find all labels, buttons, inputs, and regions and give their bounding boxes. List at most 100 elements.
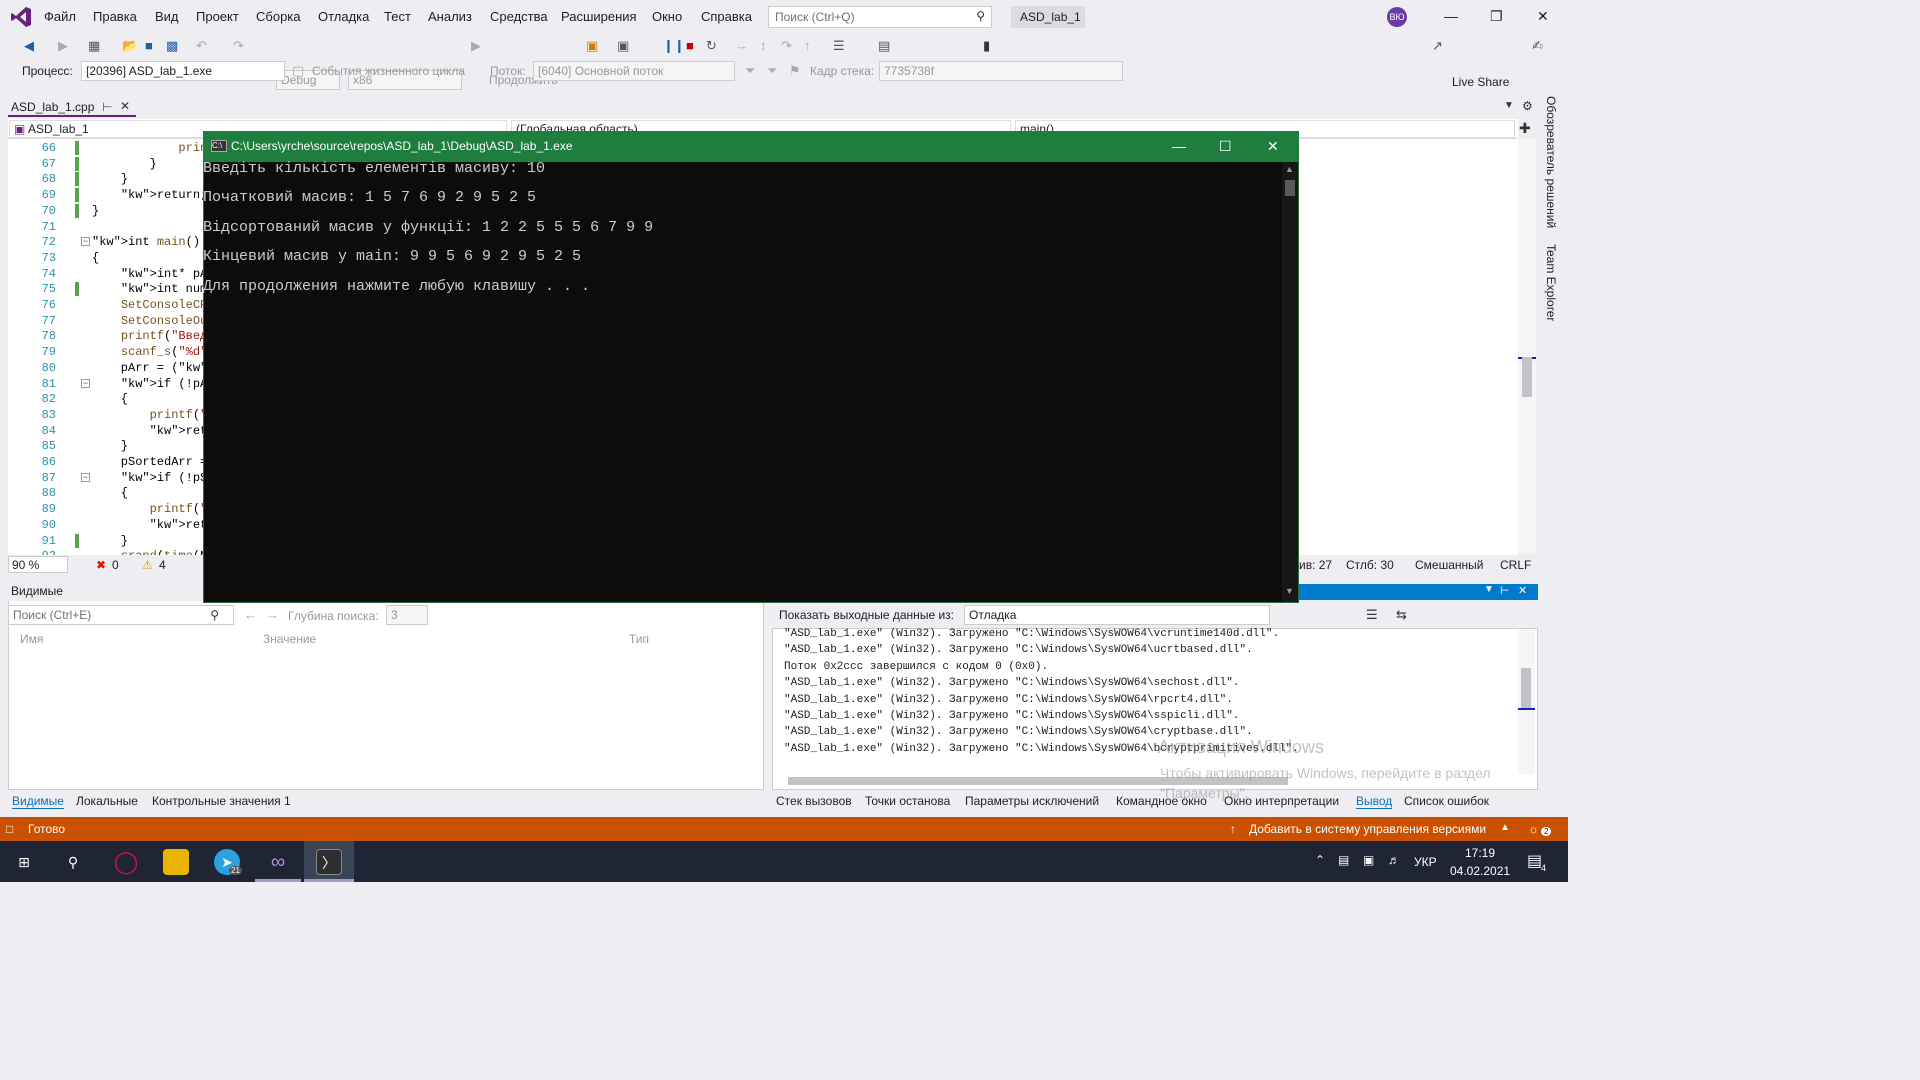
column-indicator[interactable]: Стлб: 30 xyxy=(1346,558,1394,572)
step-out-icon[interactable]: ↑ xyxy=(804,38,811,53)
code-line[interactable]: printf("П xyxy=(92,502,215,516)
tab-command-window[interactable]: Командное окно xyxy=(1116,794,1207,808)
code-line[interactable]: "kw">int main() xyxy=(92,235,200,249)
language-indicator[interactable]: УКР xyxy=(1414,855,1437,869)
scrollbar-thumb[interactable] xyxy=(1522,357,1532,397)
process-select[interactable]: [20396] ASD_lab_1.exe xyxy=(81,61,285,81)
error-count[interactable]: 0 xyxy=(112,558,119,572)
clock-time[interactable]: 17:19 xyxy=(1465,846,1495,860)
tab-error-list[interactable]: Список ошибок xyxy=(1404,794,1489,808)
file-explorer-icon[interactable] xyxy=(163,849,189,875)
panel-close-icon[interactable]: ✕ xyxy=(1518,584,1527,597)
column-name[interactable]: Имя xyxy=(20,632,43,646)
code-line[interactable]: } xyxy=(92,172,128,186)
depth-select[interactable]: 3 xyxy=(386,605,428,625)
output-source-select[interactable]: Отладка xyxy=(964,605,1270,625)
opera-icon[interactable]: ◯ xyxy=(113,849,139,875)
console-scrollbar[interactable]: ▲ ▼ xyxy=(1282,162,1298,602)
editor-scrollbar[interactable] xyxy=(1518,139,1536,553)
output-scroll-thumb[interactable] xyxy=(1521,668,1531,708)
thread-icon[interactable]: ▤ xyxy=(878,38,890,54)
code-line[interactable]: } xyxy=(92,439,128,453)
word-wrap-icon[interactable]: ☰ xyxy=(1366,607,1378,623)
warning-count[interactable]: 4 xyxy=(159,558,166,572)
tab-watch-1[interactable]: Контрольные значения 1 xyxy=(152,794,291,808)
restore-icon[interactable]: ❐ xyxy=(1490,8,1503,25)
windows-start-icon[interactable]: ⊞ xyxy=(11,849,37,875)
flag-icon[interactable]: ⚑ xyxy=(789,63,801,79)
stack-frame-select[interactable]: 7735738f xyxy=(879,61,1123,81)
save-icon[interactable]: ■ xyxy=(145,38,153,53)
menu-tools[interactable]: Средства xyxy=(490,9,548,24)
close-icon[interactable]: ✕ xyxy=(1537,8,1549,25)
thread-select[interactable]: [6040] Основной поток xyxy=(533,61,735,81)
menu-view[interactable]: Вид xyxy=(155,9,179,24)
zoom-select[interactable]: 90 % xyxy=(8,556,68,573)
indent-mode[interactable]: Смешанный xyxy=(1415,558,1483,572)
toggle-wrap-icon[interactable]: ⇆ xyxy=(1396,607,1407,623)
hot-reload-icon[interactable]: ☰ xyxy=(833,38,845,54)
taskbar-console-active[interactable]: 〉 xyxy=(304,841,354,882)
new-project-icon[interactable]: ▦ xyxy=(88,38,100,54)
tab-asd-lab-cpp[interactable]: ASD_lab_1.cpp ⊢ ✕ xyxy=(8,98,136,117)
action-center-icon[interactable]: ▤ xyxy=(1527,851,1542,871)
code-line[interactable]: scanf_s("%d", xyxy=(92,345,215,359)
notifications-icon[interactable]: ☼ xyxy=(1528,822,1539,836)
code-line[interactable]: "kw">int num; xyxy=(92,282,215,296)
code-line[interactable]: SetConsoleOut xyxy=(92,314,215,328)
save-all-icon[interactable]: ▩ xyxy=(166,38,178,54)
menu-window[interactable]: Окно xyxy=(652,9,682,24)
search-back-icon[interactable]: ← xyxy=(244,607,257,622)
redo-icon[interactable]: ↷ xyxy=(233,38,244,54)
code-line[interactable]: "kw">return; xyxy=(92,188,207,202)
split-editor-icon[interactable]: ✚ xyxy=(1519,120,1531,137)
fold-toggle-icon[interactable]: − xyxy=(81,237,90,247)
avatar[interactable]: ВЮ xyxy=(1387,7,1407,27)
menu-test[interactable]: Тест xyxy=(384,9,411,24)
tab-close-icon[interactable]: ✕ xyxy=(120,99,130,113)
search-input[interactable]: Поиск (Ctrl+Q) ⚲ xyxy=(768,6,992,28)
code-line[interactable]: } xyxy=(92,204,99,218)
tab-immediate-window[interactable]: Окно интерпретации xyxy=(1224,794,1339,808)
tab-team-explorer[interactable]: Team Explorer xyxy=(1544,244,1558,321)
output-scrollbar[interactable] xyxy=(1518,630,1535,774)
tab-solution-explorer[interactable]: Обозреватель решений xyxy=(1544,96,1558,228)
tab-locals[interactable]: Локальные xyxy=(76,794,138,808)
column-value[interactable]: Значение xyxy=(263,632,316,646)
pin-icon[interactable]: ⊢ xyxy=(102,100,112,114)
tab-call-stack[interactable]: Стек вызовов xyxy=(776,794,852,808)
bookmark-icon[interactable]: ▮ xyxy=(983,38,990,54)
open-icon[interactable]: 📂 xyxy=(122,38,138,54)
attach-icon[interactable]: ▣ xyxy=(586,38,598,54)
code-line[interactable]: { xyxy=(92,251,99,265)
add-to-source-control-button[interactable]: Добавить в систему управления версиями xyxy=(1249,822,1486,836)
code-line[interactable]: } xyxy=(92,157,157,171)
screenshot-icon[interactable]: ▣ xyxy=(617,38,629,54)
tab-overflow-icon[interactable]: ▼ xyxy=(1504,100,1514,111)
menu-build[interactable]: Сборка xyxy=(256,9,301,24)
filter-icon[interactable]: ⏷ xyxy=(745,63,755,79)
code-line[interactable]: SetConsoleCP( xyxy=(92,298,215,312)
menu-debug[interactable]: Отладка xyxy=(318,9,369,24)
menu-file[interactable]: Файл xyxy=(44,9,76,24)
filter-clear-icon[interactable]: ⏷ xyxy=(767,63,777,79)
forward-icon[interactable]: ▶ xyxy=(58,38,68,54)
console-maximize-icon[interactable]: ☐ xyxy=(1219,138,1232,155)
search-icon[interactable]: ⚲ xyxy=(60,849,86,875)
vs-logo-icon[interactable] xyxy=(10,6,32,28)
undo-icon[interactable]: ↶ xyxy=(196,38,207,54)
panel-pin-icon[interactable]: ⊢ xyxy=(1500,584,1510,597)
tab-exception-settings[interactable]: Параметры исключений xyxy=(965,794,1099,808)
pause-icon[interactable]: ❙❙ xyxy=(663,38,685,54)
menu-analyze[interactable]: Анализ xyxy=(428,9,472,24)
code-line[interactable]: printf("П xyxy=(92,408,215,422)
menu-extensions[interactable]: Расширения xyxy=(561,9,637,24)
visual-studio-icon[interactable]: ∞ xyxy=(265,849,291,875)
settings-gear-icon[interactable]: ⚙ xyxy=(1522,99,1533,113)
feedback-icon[interactable]: ✍ xyxy=(1532,38,1543,54)
code-line[interactable]: { xyxy=(92,486,128,500)
minimize-icon[interactable]: — xyxy=(1444,8,1458,24)
volume-icon[interactable]: ♬ xyxy=(1388,853,1400,867)
code-line[interactable]: pSortedArr = xyxy=(92,455,207,469)
clock-date[interactable]: 04.02.2021 xyxy=(1450,864,1510,878)
